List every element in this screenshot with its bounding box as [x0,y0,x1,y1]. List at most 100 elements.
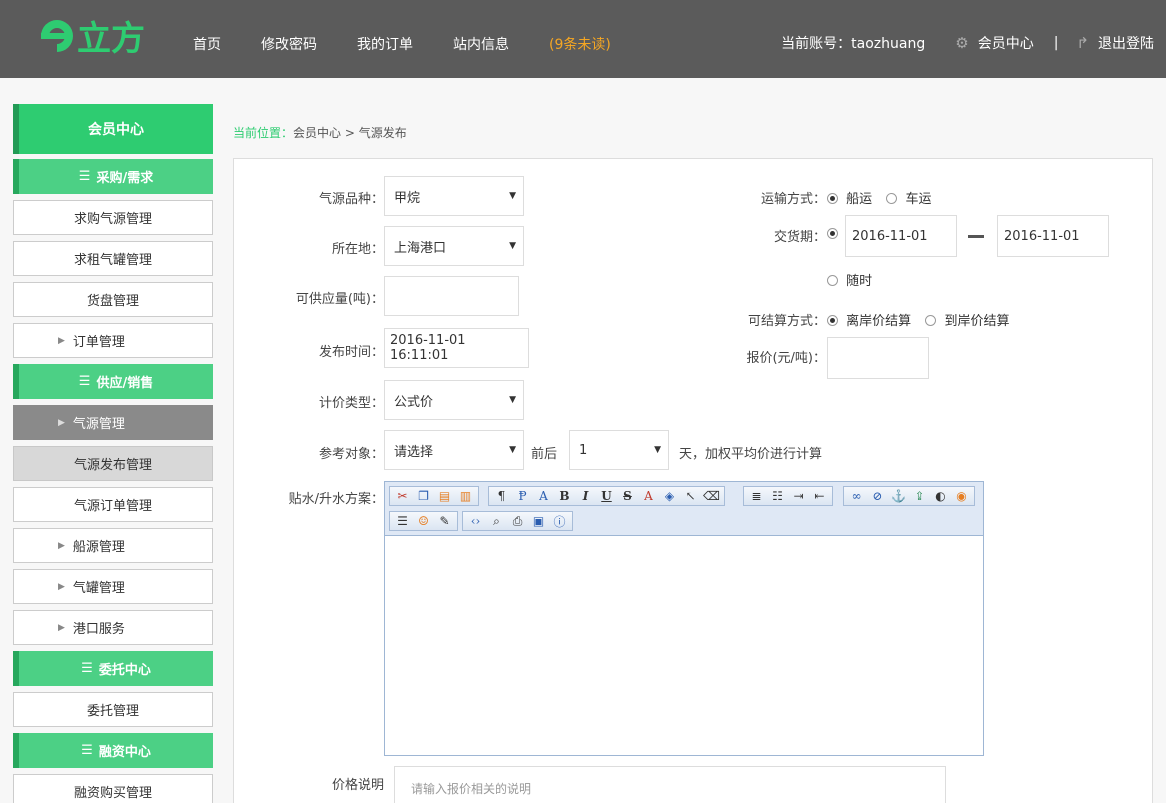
radio-fob[interactable] [827,315,838,326]
caret-right-icon: ▶ [58,540,65,551]
sidebar-item-finance[interactable]: 融资购买管理 [13,774,213,803]
italic-icon[interactable]: I [575,487,596,505]
sidebar-group-supply[interactable]: ☰ 供应/销售 [13,364,213,399]
nav-change-password[interactable]: 修改密码 [261,34,317,54]
paste-icon[interactable]: ▤ [434,487,455,505]
sidebar-item-entrust[interactable]: 委托管理 [13,692,213,727]
nav-my-orders[interactable]: 我的订单 [357,34,413,54]
share-arrow-icon[interactable]: ↱ [1076,34,1089,52]
underline-icon[interactable]: U [596,487,617,505]
toolbar-group-clipboard: ✂ ❐ ▤ ▥ [389,486,479,506]
sidebar-item-port[interactable]: ▶ 港口服务 [13,610,213,645]
edit-icon[interactable]: ✎ [434,512,455,530]
location-label: 所在地： [331,242,384,257]
anchor-icon[interactable]: ⚓ [888,487,909,505]
sidebar-item-tank[interactable]: ▶ 气罐管理 [13,569,213,604]
source-code-icon[interactable]: ‹› [465,512,486,530]
list-icon[interactable]: ☷ [767,487,788,505]
sidebar-item-label: 船源管理 [72,540,125,555]
pricing-type-select[interactable]: 公式价 ▼ [384,380,524,420]
member-center-link[interactable]: 会员中心 [978,33,1034,53]
image-upload-icon[interactable]: ⇪ [909,487,930,505]
font-color-icon[interactable]: A [638,487,659,505]
sidebar-item-gas-source[interactable]: ▶ 气源管理 [13,405,213,440]
about-icon[interactable]: ⓘ [549,512,570,530]
gas-type-label: 气源品种： [318,192,384,207]
editor-body[interactable] [385,536,983,755]
toolbar-group-insert: ∞ ⊘ ⚓ ⇪ ◐ ◉ [843,486,975,506]
delivery-end-input[interactable]: 2016-11-01 [997,215,1109,257]
supply-input[interactable] [384,276,519,316]
font-size-icon[interactable]: A [533,487,554,505]
fullscreen-icon[interactable]: ▣ [528,512,549,530]
around-days-select[interactable]: 1 ▼ [569,430,669,470]
emoticon-icon[interactable]: ☺ [413,512,434,530]
indent-icon[interactable]: ⇥ [788,487,809,505]
sidebar-group-label: 采购/需求 [96,171,154,186]
radio-ship[interactable] [827,193,838,204]
reference-select[interactable]: 请选择 ▼ [384,430,524,470]
cut-icon[interactable]: ✂ [392,487,413,505]
caret-right-icon: ▶ [58,622,65,633]
sidebar-item-gas-orders[interactable]: 气源订单管理 [13,487,213,522]
sidebar-item-purchase-gas[interactable]: 求购气源管理 [13,200,213,235]
sidebar-group-entrust[interactable]: ☰ 委托中心 [13,651,213,686]
highlight-icon[interactable]: ◈ [659,487,680,505]
radio-cif-label: 到岸价结算 [944,314,1010,329]
radio-cif[interactable] [925,315,937,326]
sidebar-item-ship[interactable]: ▶ 船源管理 [13,528,213,563]
eraser-icon[interactable]: ⌫ [701,487,722,505]
gas-type-select[interactable]: 甲烷 ▼ [384,176,524,216]
sidebar: 会员中心 ☰ 采购/需求 求购气源管理 求租气罐管理 货盘管理 ▶ 订单管理 ☰ 供应… [13,104,213,803]
sidebar-title: 会员中心 [13,104,213,154]
location-select[interactable]: 上海港口 ▼ [384,226,524,266]
radio-delivery-range[interactable] [827,228,838,239]
pricing-type-value: 公式价 [394,394,434,410]
select-all-icon[interactable]: ↖ [680,487,701,505]
caret-down-icon: ▼ [509,191,516,201]
around-suffix: 天，加权平均价进行计算 [679,447,823,462]
delivery-start-input[interactable]: 2016-11-01 [845,215,957,257]
font-name-icon[interactable]: Ᵽ [512,487,533,505]
radio-truck-label: 车运 [905,192,932,207]
gear-icon[interactable]: ⚙ [955,34,968,52]
anytime-radio-row: 随时 [827,270,872,289]
copy-icon[interactable]: ❐ [413,487,434,505]
price-desc-input[interactable]: 请输入报价相关的说明 [394,766,946,803]
radio-truck[interactable] [886,193,898,204]
bold-icon[interactable]: B [554,487,575,505]
preview-icon[interactable]: ⌕ [486,512,507,530]
sidebar-item-rent-tank[interactable]: 求租气罐管理 [13,241,213,276]
paste-text-icon[interactable]: ▥ [455,487,476,505]
media-icon[interactable]: ◉ [951,487,972,505]
publish-time-input[interactable]: 2016-11-01 16:11:01 [384,328,529,368]
logout-link[interactable]: 退出登陆 [1098,33,1154,53]
sidebar-item-gas-publish[interactable]: 气源发布管理 [13,446,213,481]
price-label: 报价(元/吨)： [746,351,826,366]
sidebar-item-orders[interactable]: ▶ 订单管理 [13,323,213,358]
radio-ship-label: 船运 [846,192,873,207]
link-icon[interactable]: ∞ [846,487,867,505]
editor-toolbar: ✂ ❐ ▤ ▥ ¶ Ᵽ A B I U S A ◈ ↖ ⌫ ≣ ☷ ⇥ ⇤ ∞ … [385,482,983,536]
nav-home[interactable]: 首页 [193,34,221,54]
logo[interactable]: 立方 [33,12,173,58]
caret-down-icon: ▼ [509,445,516,455]
horizontal-rule-icon[interactable]: ☰ [392,512,413,530]
outdent-icon[interactable]: ⇤ [809,487,830,505]
sidebar-group-purchase[interactable]: ☰ 采购/需求 [13,159,213,194]
top-header: 立方 首页 修改密码 我的订单 站内信息 (9条未读) 当前账号：taozhuan… [0,0,1166,78]
paragraph-format-icon[interactable]: ¶ [491,487,512,505]
breadcrumb: 当前位置：会员中心 > 气源发布 [233,124,407,141]
print-icon[interactable]: ⎙ [507,512,528,530]
justify-icon[interactable]: ≣ [746,487,767,505]
price-input[interactable] [827,337,929,379]
sidebar-group-finance[interactable]: ☰ 融资中心 [13,733,213,768]
nav-messages[interactable]: 站内信息 (9条未读) [453,34,651,54]
strikethrough-icon[interactable]: S [617,487,638,505]
sidebar-item-cargo[interactable]: 货盘管理 [13,282,213,317]
flash-icon[interactable]: ◐ [930,487,951,505]
caret-right-icon: ▶ [58,335,65,346]
radio-anytime[interactable] [827,275,838,286]
unlink-icon[interactable]: ⊘ [867,487,888,505]
sidebar-group-label: 委托中心 [98,663,151,678]
